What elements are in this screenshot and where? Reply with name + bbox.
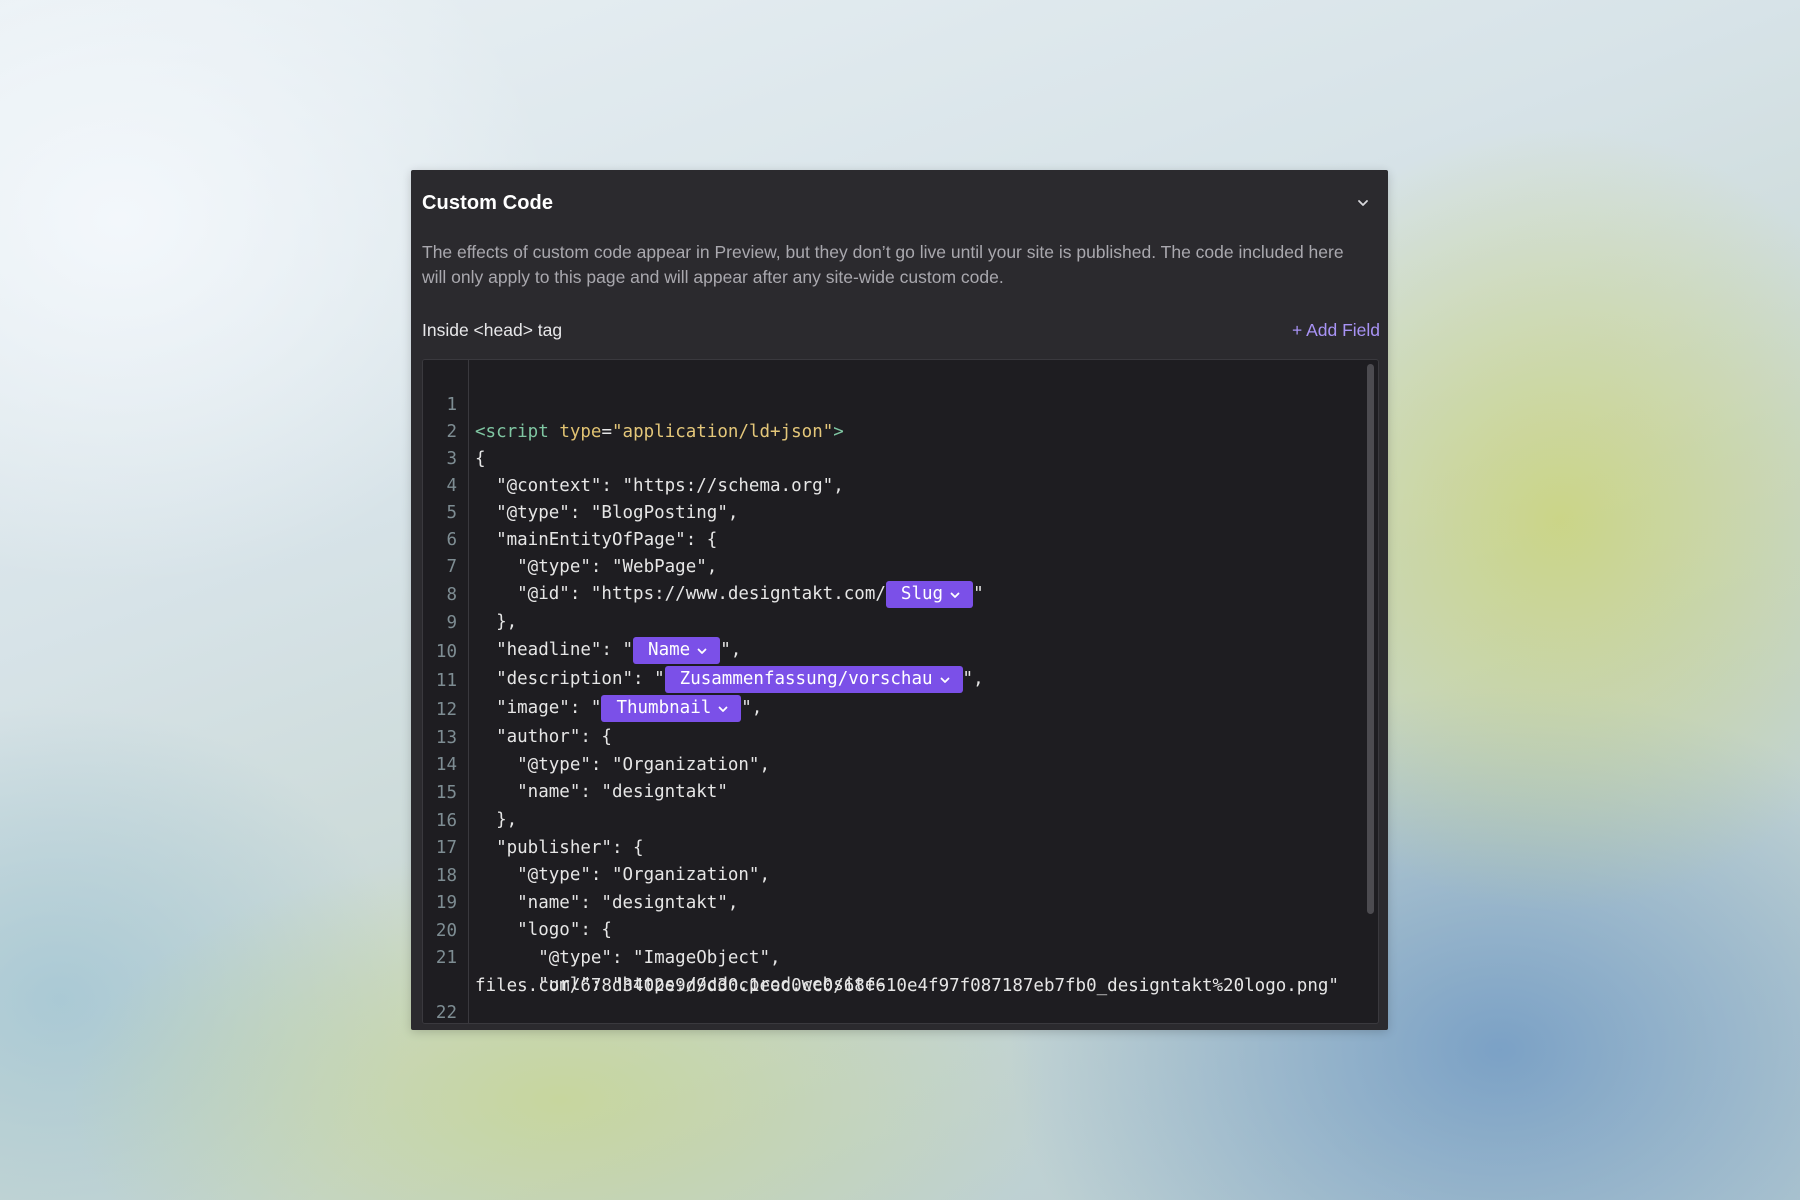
code-line: 17 "@type": "Organization", bbox=[423, 808, 1378, 885]
custom-code-panel: Custom Code The effects of custom code a… bbox=[411, 170, 1388, 1030]
code-line: 16 "publisher": { bbox=[423, 781, 1378, 858]
chevron-down-icon bbox=[1356, 196, 1370, 210]
collapse-button[interactable] bbox=[1352, 192, 1374, 214]
code-line: 13 "@type": "Organization", bbox=[423, 698, 1378, 775]
code-line: 23 }, bbox=[423, 1001, 1378, 1023]
code-line: 9 "headline": " Name ", bbox=[423, 583, 1378, 664]
section-label: Inside <head> tag bbox=[422, 319, 563, 340]
code-line: 7 "@id": "https://www.designtakt.com/Slu… bbox=[423, 527, 1378, 608]
editor-scrollbar[interactable] bbox=[1367, 364, 1374, 914]
code-line: 2 { bbox=[423, 392, 1378, 469]
code-line: 11 "image": " Thumbnail ", bbox=[423, 641, 1378, 722]
code-editor[interactable]: 1 <script type="application/ld+json"> 2 … bbox=[422, 359, 1379, 1024]
panel-description: The effects of custom code appear in Pre… bbox=[422, 242, 1344, 287]
code-line: 10 "description": " Zusammenfassung/vorsc… bbox=[423, 612, 1378, 693]
head-tag-section: Inside <head> tag + Add Field bbox=[422, 318, 1380, 342]
code-line: 20 "@type": "ImageObject", bbox=[423, 891, 1378, 968]
code-line: 14 "name": "designtakt" bbox=[423, 725, 1378, 802]
add-field-button[interactable]: + Add Field bbox=[1292, 320, 1380, 341]
code-line: 5 "mainEntityOfPage": { bbox=[423, 473, 1378, 550]
panel-header[interactable]: Custom Code bbox=[422, 188, 1374, 218]
code-line: 1 <script type="application/ld+json"> bbox=[423, 365, 1378, 442]
code-line: 21 "url": "https://cdn.prod.website- bbox=[423, 918, 1378, 995]
code-line: 19 "logo": { bbox=[423, 863, 1378, 940]
code-line: 22 } bbox=[423, 973, 1378, 1023]
code-line: 12 "author": { bbox=[423, 670, 1378, 747]
code-line: 15 }, bbox=[423, 753, 1378, 830]
code-line: 18 "name": "designtakt", bbox=[423, 836, 1378, 913]
code-line: 6 "@type": "WebPage", bbox=[423, 500, 1378, 577]
code-line-wrapped: files.com/678d3402e9d9d30c1eec0cc0/68f61… bbox=[423, 946, 1378, 996]
panel-title: Custom Code bbox=[422, 191, 554, 214]
code-line: 4 "@type": "BlogPosting", bbox=[423, 446, 1378, 523]
code-line: 3 "@context": "https://schema.org", bbox=[423, 419, 1378, 496]
code-line: 8 }, bbox=[423, 555, 1378, 632]
